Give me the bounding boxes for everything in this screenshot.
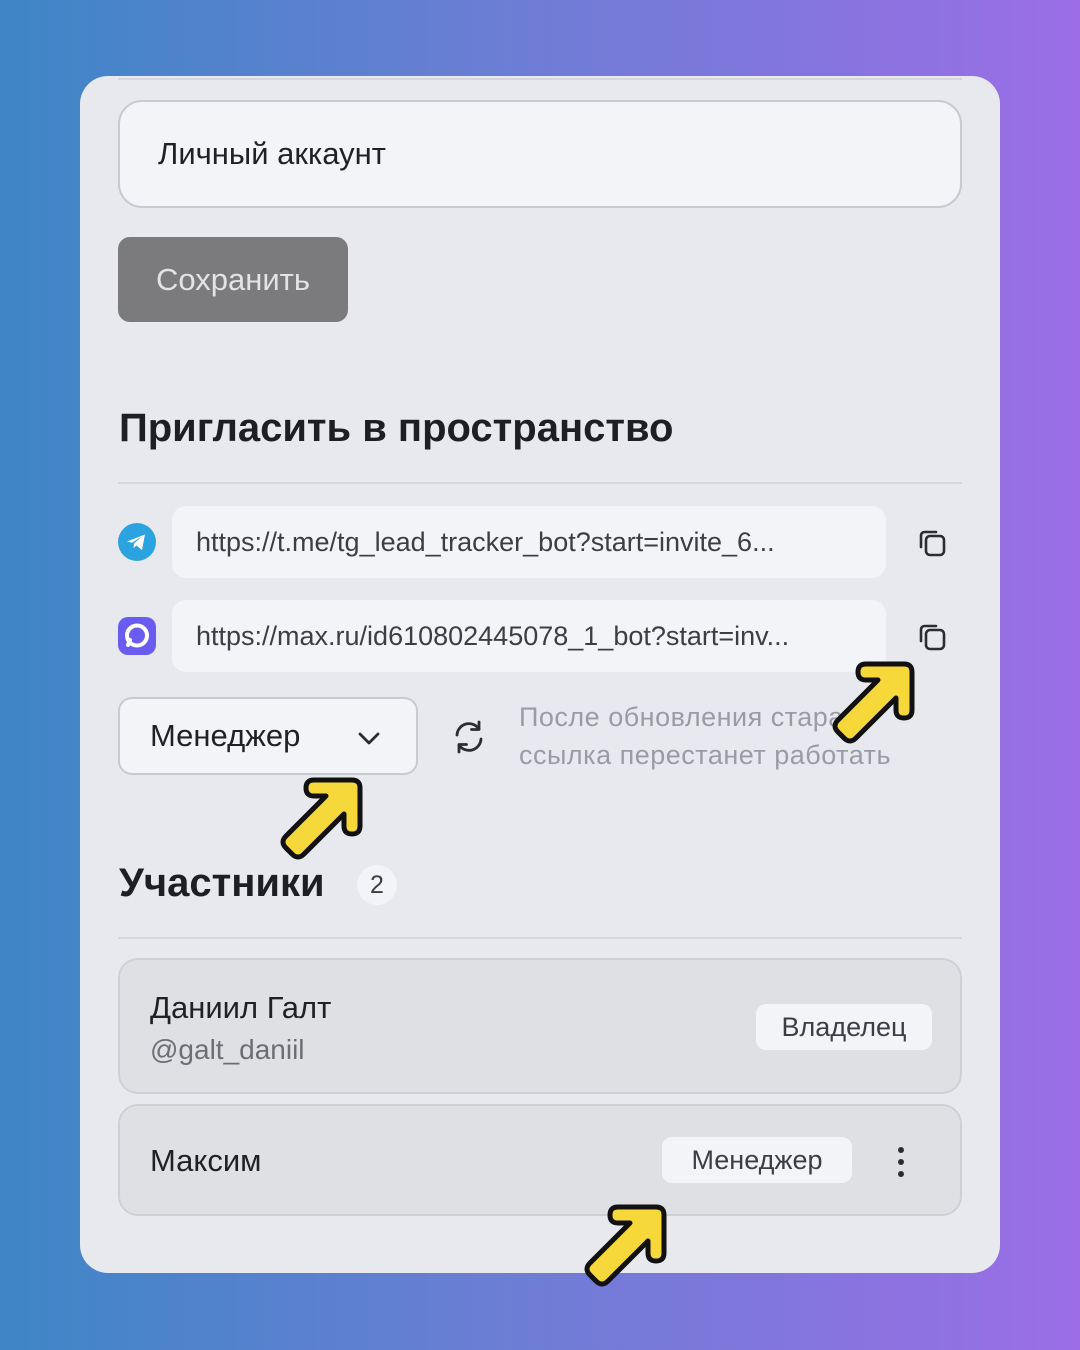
member-handle: @galt_daniil <box>150 1034 305 1065</box>
max-icon <box>118 617 156 655</box>
invite-section-title: Пригласить в пространство <box>119 406 674 450</box>
member-row[interactable]: Даниил Галт @galt_daniil Владелец <box>118 958 962 1094</box>
role-select[interactable]: Менеджер <box>118 697 418 775</box>
members-section-title: Участники <box>119 861 325 905</box>
refresh-icon[interactable] <box>450 718 488 756</box>
role-select-value: Менеджер <box>150 718 301 753</box>
account-name-input[interactable]: Личный аккаунт <box>118 100 962 208</box>
divider <box>118 78 962 80</box>
member-name: Максим <box>150 1143 262 1178</box>
telegram-icon <box>118 523 156 561</box>
copy-icon[interactable] <box>916 620 950 654</box>
arrow-pointer-icon <box>832 661 915 744</box>
max-invite-link-field[interactable]: https://max.ru/id610802445078_1_bot?star… <box>172 600 886 672</box>
divider <box>118 937 962 939</box>
members-count-badge: 2 <box>357 865 397 905</box>
member-row[interactable]: Максим Менеджер <box>118 1104 962 1216</box>
chevron-down-icon <box>358 732 380 745</box>
arrow-pointer-icon <box>584 1204 667 1287</box>
role-badge-manager[interactable]: Менеджер <box>662 1137 852 1183</box>
arrow-pointer-icon <box>280 777 363 860</box>
divider <box>118 482 962 484</box>
member-name: Даниил Галт <box>150 990 332 1025</box>
copy-icon[interactable] <box>916 526 950 560</box>
role-badge-owner: Владелец <box>756 1004 932 1050</box>
more-options-icon[interactable] <box>896 1146 906 1178</box>
save-button[interactable]: Сохранить <box>118 237 348 322</box>
telegram-invite-link-field[interactable]: https://t.me/tg_lead_tracker_bot?start=i… <box>172 506 886 578</box>
